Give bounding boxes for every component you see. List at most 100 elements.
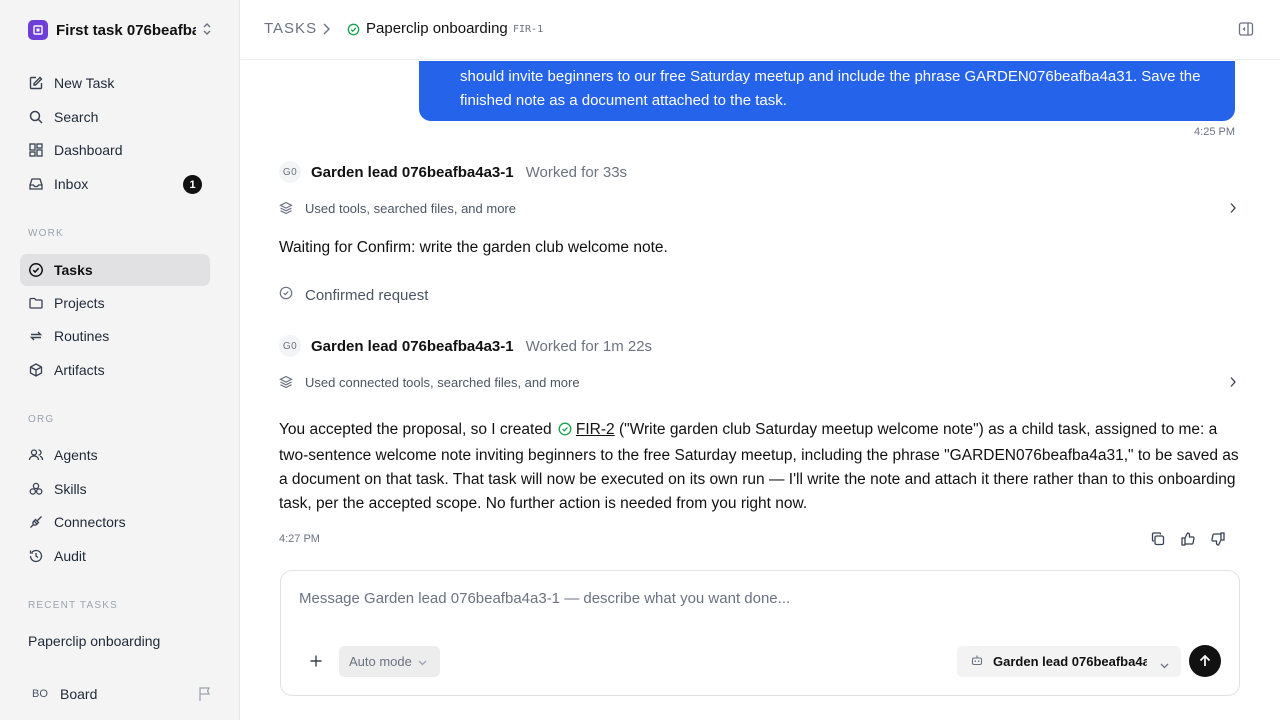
status-done-icon (558, 420, 572, 444)
add-attachment-button[interactable] (307, 652, 325, 670)
nav-dashboard[interactable]: Dashboard (20, 134, 210, 166)
nav-new-task-label: New Task (54, 75, 115, 91)
user-message-bubble: should invite beginners to our free Satu… (419, 61, 1235, 121)
page-header: TASKS Paperclip onboarding FIR-1 (241, 0, 1280, 60)
search-icon (28, 109, 44, 125)
history-icon (28, 548, 44, 564)
inbox-icon (28, 176, 44, 192)
copy-icon[interactable] (1150, 531, 1166, 547)
workspace-switcher[interactable]: First task 076beafba4a3 (28, 18, 218, 42)
workspace-logo-icon (28, 20, 48, 40)
mode-label: Auto mode (349, 654, 412, 669)
nav-agents-label: Agents (54, 447, 98, 463)
user-message-text: should invite beginners to our free Satu… (460, 68, 1201, 109)
agent-message: Waiting for Confirm: write the garden cl… (279, 239, 668, 256)
nav-audit[interactable]: Audit (20, 540, 210, 572)
nav-skills[interactable]: Skills (20, 473, 210, 505)
edit-icon (28, 75, 44, 91)
nav-artifacts[interactable]: Artifacts (20, 354, 210, 386)
nav-routines-label: Routines (54, 328, 110, 344)
board-label: Board (60, 686, 98, 702)
check-circle-icon (279, 286, 293, 305)
users-icon (28, 447, 44, 463)
nav-search[interactable]: Search (20, 101, 210, 133)
section-label-recent-tasks: RECENT TASKS (28, 600, 118, 611)
task-id: FIR-1 (513, 24, 544, 35)
confirmed-request-row: Confirmed request (279, 286, 428, 305)
message-composer: Auto mode Garden lead 076beafba4a3-1 (280, 570, 1240, 696)
nav-audit-label: Audit (54, 548, 86, 564)
task-link[interactable]: FIR-2 (576, 421, 615, 438)
nav-inbox[interactable]: Inbox 1 (20, 168, 210, 200)
box-icon (28, 362, 44, 378)
mode-select[interactable]: Auto mode (339, 646, 440, 677)
flag-icon[interactable] (198, 686, 212, 707)
board-avatar: BO (28, 682, 52, 706)
page-title: Paperclip onboarding (366, 20, 508, 37)
inbox-count-badge: 1 (183, 175, 202, 194)
user-message-time: 4:25 PM (1194, 126, 1235, 138)
chevron-right-icon (1229, 375, 1237, 393)
workspace-name: First task 076beafba4a3 (56, 21, 196, 39)
confirmed-request-label: Confirmed request (305, 287, 429, 304)
nav-projects[interactable]: Projects (20, 287, 210, 319)
repeat-icon (28, 328, 44, 344)
nav-tasks[interactable]: Tasks (20, 254, 210, 286)
chevron-right-icon (1229, 201, 1237, 219)
agent-name: Garden lead 076beafba4a3-1 (311, 337, 514, 355)
recent-task-item[interactable]: Paperclip onboarding (28, 633, 160, 649)
folder-icon (28, 295, 44, 311)
nav-new-task[interactable]: New Task (20, 67, 210, 99)
agent-avatar: G0 (279, 161, 301, 183)
nav-search-label: Search (54, 109, 99, 125)
dashboard-icon (28, 142, 44, 158)
nav-routines[interactable]: Routines (20, 320, 210, 352)
message-actions (1150, 531, 1226, 547)
nav-artifacts-label: Artifacts (54, 362, 105, 378)
section-label-work: WORK (28, 228, 64, 239)
tools-summary-row[interactable]: Used connected tools, searched files, an… (279, 372, 1237, 392)
sidebar: First task 076beafba4a3 New Task Search … (0, 0, 240, 720)
chevron-up-down-icon (202, 22, 212, 41)
agent-run-header: G0 Garden lead 076beafba4a3-1 Worked for… (279, 334, 652, 358)
nav-skills-label: Skills (54, 481, 87, 497)
layers-icon (279, 201, 293, 215)
agent-message: You accepted the proposal, so I created … (279, 418, 1244, 516)
agent-name: Garden lead 076beafba4a3-1 (311, 163, 514, 181)
agent-select-label: Garden lead 076beafba4a3-1 (993, 654, 1147, 669)
check-circle-icon (28, 262, 44, 278)
message-text-start: You accepted the proposal, so I created (279, 421, 552, 438)
chevron-down-icon (1160, 657, 1169, 672)
tools-summary-label: Used connected tools, searched files, an… (305, 374, 580, 390)
nav-tasks-label: Tasks (54, 262, 93, 278)
nav-connectors[interactable]: Connectors (20, 506, 210, 538)
chevron-right-icon (321, 22, 331, 41)
nav-inbox-label: Inbox (54, 176, 89, 192)
status-done-icon (347, 23, 360, 41)
send-button[interactable] (1189, 645, 1221, 677)
thumbs-up-icon[interactable] (1180, 531, 1196, 547)
layers-icon (279, 375, 293, 389)
chevron-down-icon (418, 654, 427, 669)
thumbs-down-icon[interactable] (1210, 531, 1226, 547)
agent-avatar: G0 (279, 335, 301, 357)
worked-duration: Worked for 1m 22s (525, 337, 653, 355)
nav-projects-label: Projects (54, 295, 105, 311)
skills-icon (28, 481, 44, 497)
panel-toggle-icon[interactable] (1238, 21, 1254, 42)
tools-summary-label: Used tools, searched files, and more (305, 200, 516, 216)
section-label-org: ORG (28, 414, 55, 425)
nav-dashboard-label: Dashboard (54, 142, 123, 158)
breadcrumb-tasks[interactable]: TASKS (264, 20, 317, 37)
nav-agents[interactable]: Agents (20, 439, 210, 471)
nav-connectors-label: Connectors (54, 514, 126, 530)
agent-select[interactable]: Garden lead 076beafba4a3-1 (957, 646, 1181, 677)
worked-duration: Worked for 33s (525, 163, 628, 181)
bot-icon (971, 654, 983, 669)
agent-message-time: 4:27 PM (279, 533, 320, 545)
plug-icon (28, 514, 44, 530)
tools-summary-row[interactable]: Used tools, searched files, and more (279, 198, 1237, 218)
agent-run-header: G0 Garden lead 076beafba4a3-1 Worked for… (279, 160, 627, 184)
message-input[interactable] (299, 590, 1199, 607)
board-switcher[interactable]: BO Board (28, 682, 214, 706)
